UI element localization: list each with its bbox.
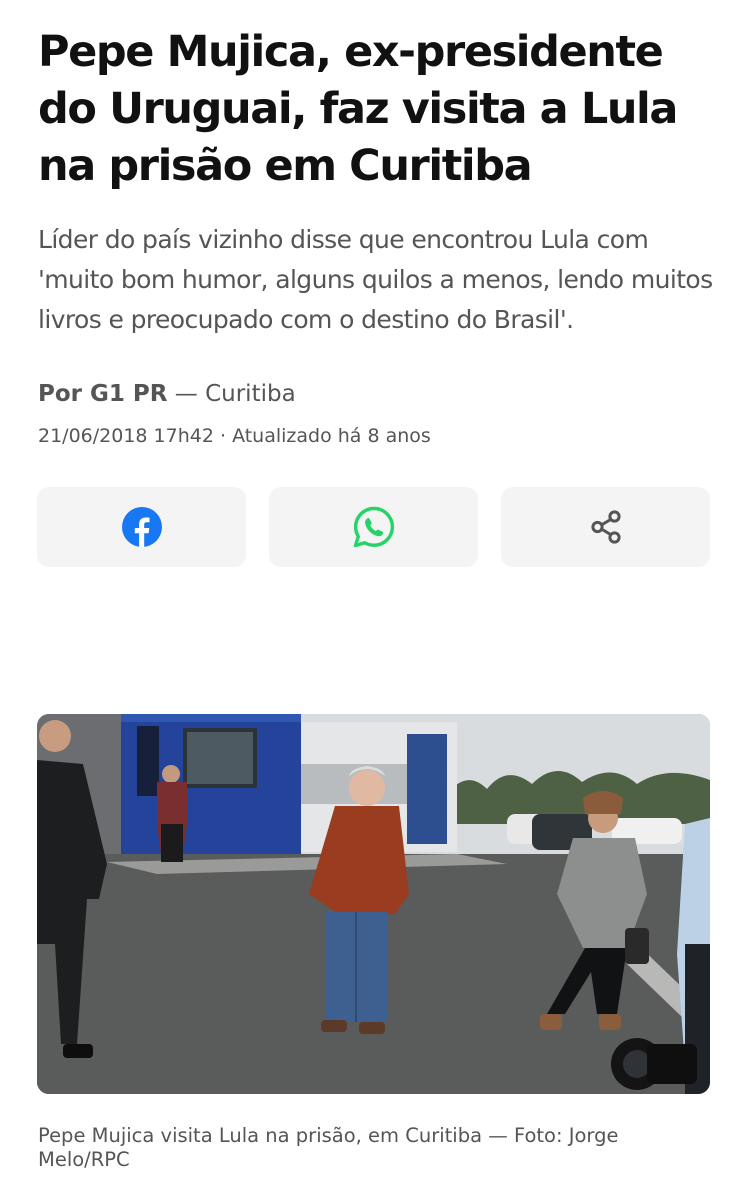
article-headline: Pepe Mujica, ex-presidente do Uruguai, f…: [38, 27, 678, 191]
byline-location: Curitiba: [205, 381, 296, 407]
whatsapp-share-button[interactable]: [269, 487, 478, 567]
article-photo[interactable]: [37, 714, 710, 1094]
byline-separator: —: [174, 381, 198, 407]
article-byline: Por G1 PR — Curitiba: [38, 378, 296, 410]
share-button[interactable]: [501, 487, 710, 567]
article-subtitle: Líder do país vizinho disse que encontro…: [38, 225, 713, 334]
share-icon: [590, 510, 621, 544]
whatsapp-icon: [353, 506, 394, 548]
photo-caption: Pepe Mujica visita Lula na prisão, em Cu…: [38, 1124, 619, 1171]
facebook-icon: [121, 507, 162, 547]
article-dateline: 21/06/2018 17h42 · Atualizado há 8 anos: [38, 425, 431, 447]
facebook-share-button[interactable]: [37, 487, 246, 567]
article-photo-illustration: [37, 714, 710, 1094]
byline-author[interactable]: Por G1 PR: [38, 381, 167, 407]
